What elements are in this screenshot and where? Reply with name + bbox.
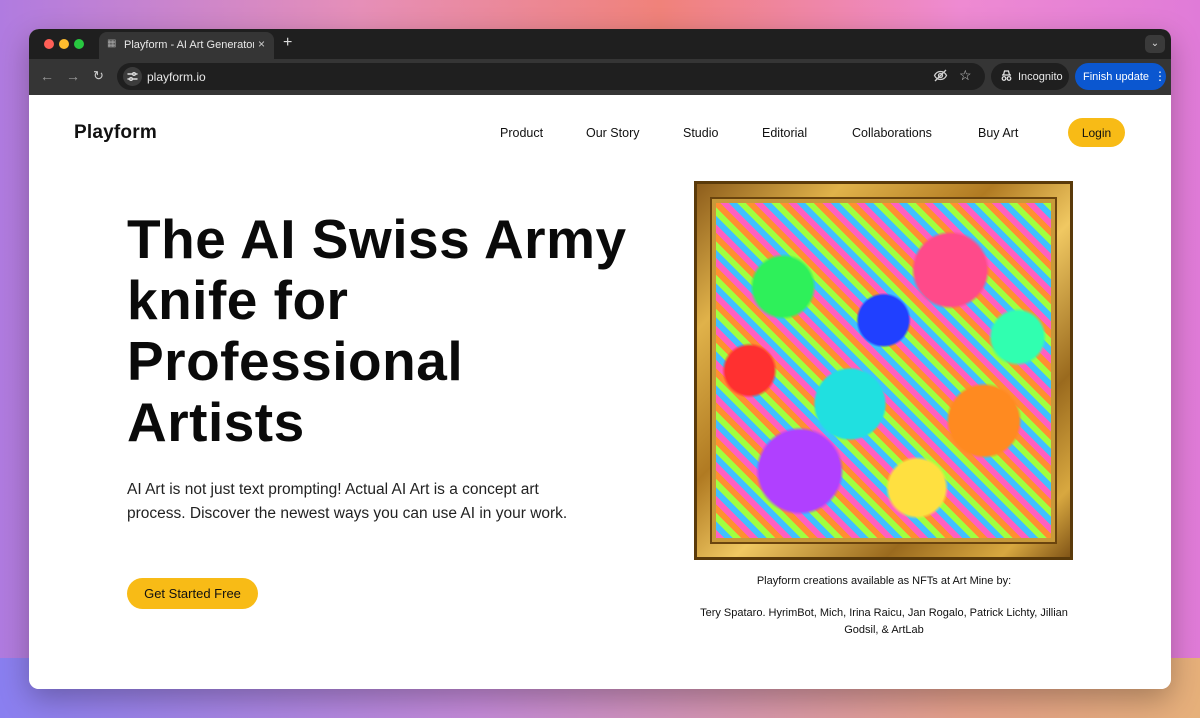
login-button[interactable]: Login [1068, 118, 1125, 147]
maximize-window-button[interactable] [74, 39, 84, 49]
tab-playform[interactable]: ▦ Playform - AI Art Generator - × [99, 32, 274, 59]
get-started-button[interactable]: Get Started Free [127, 578, 258, 609]
artwork-image [716, 203, 1051, 538]
hero-description: AI Art is not just text prompting! Actua… [127, 481, 568, 522]
incognito-indicator[interactable]: Incognito [991, 63, 1069, 90]
browser-window: ▦ Playform - AI Art Generator - × + ⌄ ← … [29, 29, 1171, 689]
browser-toolbar: ← → ↻ playform.io ☆ Incognito Finish upd… [29, 59, 1171, 95]
nav-our-story[interactable]: Our Story [586, 126, 640, 140]
chevron-down-icon[interactable]: ⌄ [1145, 35, 1165, 53]
nav-collaborations[interactable]: Collaborations [852, 126, 932, 140]
artwork-caption-artists: Tery Spataro. HyrimBot, Mich, Irina Raic… [700, 607, 1068, 636]
nav-editorial[interactable]: Editorial [762, 126, 807, 140]
tab-strip: ▦ Playform - AI Art Generator - × + ⌄ [29, 29, 1171, 59]
framed-artwork [694, 181, 1073, 560]
incognito-icon [1000, 69, 1013, 85]
nav-buy-art[interactable]: Buy Art [978, 126, 1018, 140]
url-text: playform.io [147, 70, 206, 84]
address-bar[interactable]: playform.io ☆ [117, 63, 985, 90]
artwork-caption-heading: Playform creations available as NFTs at … [756, 575, 1012, 587]
reload-icon[interactable]: ↻ [93, 68, 104, 84]
finish-update-label: Finish update [1083, 71, 1150, 83]
more-vertical-icon[interactable]: ⋮ [1154, 69, 1166, 83]
star-icon[interactable]: ☆ [959, 67, 972, 84]
close-window-button[interactable] [44, 39, 54, 49]
arrow-right-icon[interactable]: → [66, 68, 80, 84]
playform-logo[interactable]: Playform [74, 122, 157, 144]
tab-title: Playform - AI Art Generator - [124, 39, 254, 51]
eye-off-icon[interactable] [933, 68, 948, 86]
tab-close-icon[interactable]: × [258, 37, 265, 51]
arrow-left-icon[interactable]: ← [40, 68, 54, 84]
webpage: Playform Product Our Story Studio Editor… [29, 95, 1171, 689]
nav-studio[interactable]: Studio [683, 126, 718, 140]
finish-update-button[interactable]: Finish update ⋮ [1075, 63, 1166, 90]
favicon-icon: ▦ [107, 38, 117, 49]
minimize-window-button[interactable] [59, 39, 69, 49]
tune-icon[interactable] [123, 67, 142, 86]
nav-product[interactable]: Product [500, 126, 543, 140]
hero-title: The AI Swiss Army knife for Professional… [127, 208, 627, 453]
incognito-label: Incognito [1018, 71, 1063, 83]
new-tab-button[interactable]: + [283, 34, 292, 52]
